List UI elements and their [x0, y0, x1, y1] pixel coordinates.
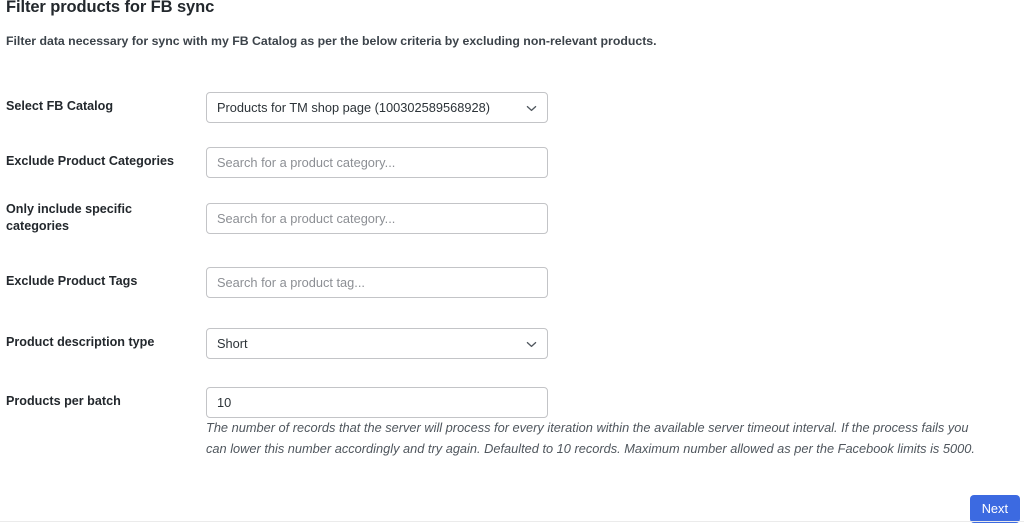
field-products-per-batch [206, 387, 548, 418]
products-per-batch-help-text: The number of records that the server wi… [206, 420, 975, 456]
products-per-batch-input[interactable] [206, 387, 548, 418]
label-exclude-product-tags: Exclude Product Tags [6, 274, 138, 288]
exclude-product-tags-input[interactable] [206, 267, 548, 298]
field-select-fb-catalog: Products for TM shop page (1003025895689… [206, 92, 548, 123]
footer-divider [0, 521, 1024, 522]
field-only-include-specific-categories [206, 203, 548, 234]
field-exclude-product-categories [206, 147, 548, 178]
filter-products-panel: Filter products for FB sync Filter data … [0, 0, 1024, 529]
field-exclude-product-tags [206, 267, 548, 298]
label-products-per-batch: Products per batch [6, 394, 121, 408]
page-subtitle: Filter data necessary for sync with my F… [6, 34, 657, 48]
label-select-fb-catalog: Select FB Catalog [6, 99, 114, 113]
exclude-product-categories-input[interactable] [206, 147, 548, 178]
footer-actions: Next [0, 485, 1024, 529]
label-product-description-type: Product description type [6, 335, 155, 349]
next-button[interactable]: Next [969, 495, 1020, 523]
label-exclude-product-categories: Exclude Product Categories [6, 154, 174, 168]
field-product-description-type: Short [206, 328, 548, 359]
only-include-specific-categories-input[interactable] [206, 203, 548, 234]
product-description-type-select[interactable]: Short [206, 328, 548, 359]
select-fb-catalog[interactable]: Products for TM shop page (1003025895689… [206, 92, 548, 123]
label-only-include-specific-categories: Only include specific categories [6, 202, 132, 233]
page-title: Filter products for FB sync [6, 0, 215, 16]
